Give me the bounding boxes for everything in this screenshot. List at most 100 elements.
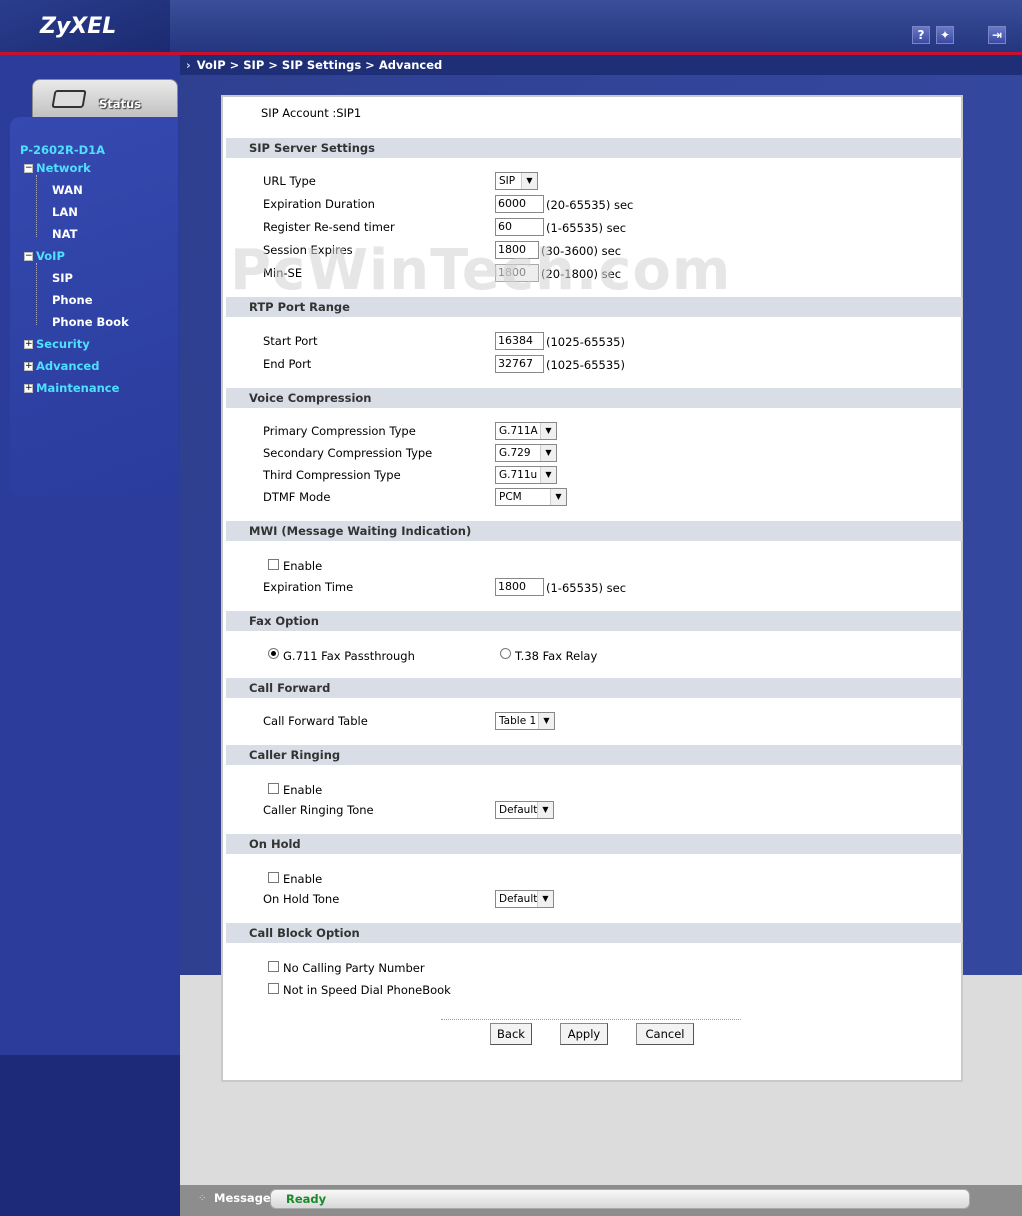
not-in-speed-dial-checkbox[interactable] [268, 983, 279, 994]
expiration-duration-input[interactable]: 6000 [495, 195, 544, 213]
register-resend-input[interactable]: 60 [495, 218, 544, 236]
sidebar-item-sip[interactable]: SIP [52, 271, 73, 285]
mwi-expiration-label: Expiration Time [263, 580, 354, 594]
sidebar-item-lan[interactable]: LAN [52, 205, 78, 219]
section-fax-option: Fax Option [226, 611, 962, 631]
sidebar-item-advanced[interactable]: Advanced [36, 359, 99, 373]
expand-icon[interactable]: + [24, 362, 33, 371]
call-forward-table-label: Call Forward Table [263, 714, 368, 728]
end-port-label: End Port [263, 357, 312, 371]
mwi-enable-label: Enable [283, 559, 323, 573]
caller-ringing-enable-checkbox[interactable] [268, 783, 279, 794]
chevron-down-icon: ▼ [540, 423, 556, 439]
chevron-down-icon: ▼ [540, 467, 556, 483]
expand-icon[interactable]: + [24, 340, 33, 349]
on-hold-tone-label: On Hold Tone [263, 892, 340, 906]
collapse-icon[interactable]: − [24, 252, 33, 261]
wizard-icon[interactable]: ✦ [936, 26, 954, 44]
end-port-input[interactable]: 32767 [495, 355, 544, 373]
model-name: P-2602R-D1A [20, 143, 106, 157]
top-header: ZyXEL [0, 0, 1022, 52]
mwi-enable-checkbox[interactable] [268, 559, 279, 570]
status-tab-label: Status [99, 97, 142, 111]
section-call-forward: Call Forward [226, 678, 962, 698]
session-expires-unit: (30-3600) sec [541, 244, 622, 258]
url-type-select[interactable]: SIP ▼ [495, 172, 538, 190]
tree-line [36, 175, 37, 237]
on-hold-enable-label: Enable [283, 872, 323, 886]
third-compression-label: Third Compression Type [263, 468, 401, 482]
start-port-unit: (1025-65535) [546, 335, 625, 349]
section-on-hold: On Hold [226, 834, 962, 854]
logout-icon[interactable]: ⇥ [988, 26, 1006, 44]
secondary-compression-select[interactable]: G.729 ▼ [495, 444, 557, 462]
sidebar-item-network[interactable]: Network [36, 161, 91, 175]
secondary-compression-label: Secondary Compression Type [263, 446, 433, 460]
min-se-label: Min-SE [263, 266, 303, 280]
dtmf-mode-label: DTMF Mode [263, 490, 331, 504]
cancel-button[interactable]: Cancel [636, 1023, 694, 1045]
section-rtp-port-range: RTP Port Range [226, 297, 962, 317]
mwi-expiration-input[interactable]: 1800 [495, 578, 544, 596]
tree-line [36, 263, 37, 325]
fax-passthrough-label: G.711 Fax Passthrough [283, 649, 415, 663]
expand-icon[interactable]: + [24, 384, 33, 393]
breadcrumb: › VoIP > SIP > SIP Settings > Advanced [180, 55, 1022, 75]
sidebar-item-phone-book[interactable]: Phone Book [52, 315, 129, 329]
on-hold-tone-select[interactable]: Default ▼ [495, 890, 554, 908]
min-se-unit: (20-1800) sec [541, 267, 622, 281]
sidebar-item-nat[interactable]: NAT [52, 227, 77, 241]
section-call-block: Call Block Option [226, 923, 962, 943]
router-icon [51, 90, 87, 108]
expiration-duration-label: Expiration Duration [263, 197, 375, 211]
fax-passthrough-radio[interactable] [268, 648, 279, 659]
chevron-down-icon: ▼ [538, 713, 554, 729]
help-icon[interactable]: ? [912, 26, 930, 44]
sidebar-item-security[interactable]: Security [36, 337, 90, 351]
sidebar: Status P-2602R-D1A − Network WAN LAN NAT… [0, 55, 180, 1216]
zyxel-logo: ZyXEL [40, 14, 117, 39]
start-port-label: Start Port [263, 334, 318, 348]
chevron-down-icon: ▼ [537, 891, 553, 907]
on-hold-enable-checkbox[interactable] [268, 872, 279, 883]
min-se-input[interactable]: 1800 [495, 264, 539, 282]
primary-compression-select[interactable]: G.711A ▼ [495, 422, 557, 440]
sidebar-footer [0, 1055, 180, 1216]
chevron-right-icon: › [186, 58, 191, 72]
no-calling-party-label: No Calling Party Number [283, 961, 425, 975]
section-voice-compression: Voice Compression [226, 388, 962, 408]
fax-relay-radio[interactable] [500, 648, 511, 659]
url-type-label: URL Type [263, 174, 316, 188]
section-sip-server: SIP Server Settings [226, 138, 962, 158]
caller-ringing-enable-label: Enable [283, 783, 323, 797]
message-status: Ready [286, 1192, 327, 1206]
register-resend-unit: (1-65535) sec [546, 221, 627, 235]
button-divider [441, 1019, 741, 1020]
start-port-input[interactable]: 16384 [495, 332, 544, 350]
section-caller-ringing: Caller Ringing [226, 745, 962, 765]
section-mwi: MWI (Message Waiting Indication) [226, 521, 962, 541]
no-calling-party-checkbox[interactable] [268, 961, 279, 972]
chevron-down-icon: ▼ [540, 445, 556, 461]
chevron-down-icon: ▼ [521, 173, 537, 189]
session-expires-label: Session Expires [263, 243, 353, 257]
sidebar-item-wan[interactable]: WAN [52, 183, 83, 197]
third-compression-select[interactable]: G.711u ▼ [495, 466, 557, 484]
session-expires-input[interactable]: 1800 [495, 241, 539, 259]
settings-panel: SIP Account :SIP1 SIP Server Settings UR… [221, 95, 963, 1082]
sidebar-item-voip[interactable]: VoIP [36, 249, 65, 263]
mwi-expiration-unit: (1-65535) sec [546, 581, 627, 595]
collapse-icon[interactable]: − [24, 164, 33, 173]
apply-button[interactable]: Apply [560, 1023, 608, 1045]
back-button[interactable]: Back [490, 1023, 532, 1045]
register-resend-label: Register Re-send timer [263, 220, 395, 234]
message-box [270, 1189, 970, 1209]
call-forward-table-select[interactable]: Table 1 ▼ [495, 712, 555, 730]
caller-ringing-tone-select[interactable]: Default ▼ [495, 801, 554, 819]
chevron-down-icon: ▼ [537, 802, 553, 818]
breadcrumb-text: VoIP > SIP > SIP Settings > Advanced [196, 58, 443, 72]
sidebar-item-phone[interactable]: Phone [52, 293, 93, 307]
sidebar-item-maintenance[interactable]: Maintenance [36, 381, 119, 395]
message-label: Message [214, 1191, 271, 1205]
dtmf-mode-select[interactable]: PCM ▼ [495, 488, 567, 506]
